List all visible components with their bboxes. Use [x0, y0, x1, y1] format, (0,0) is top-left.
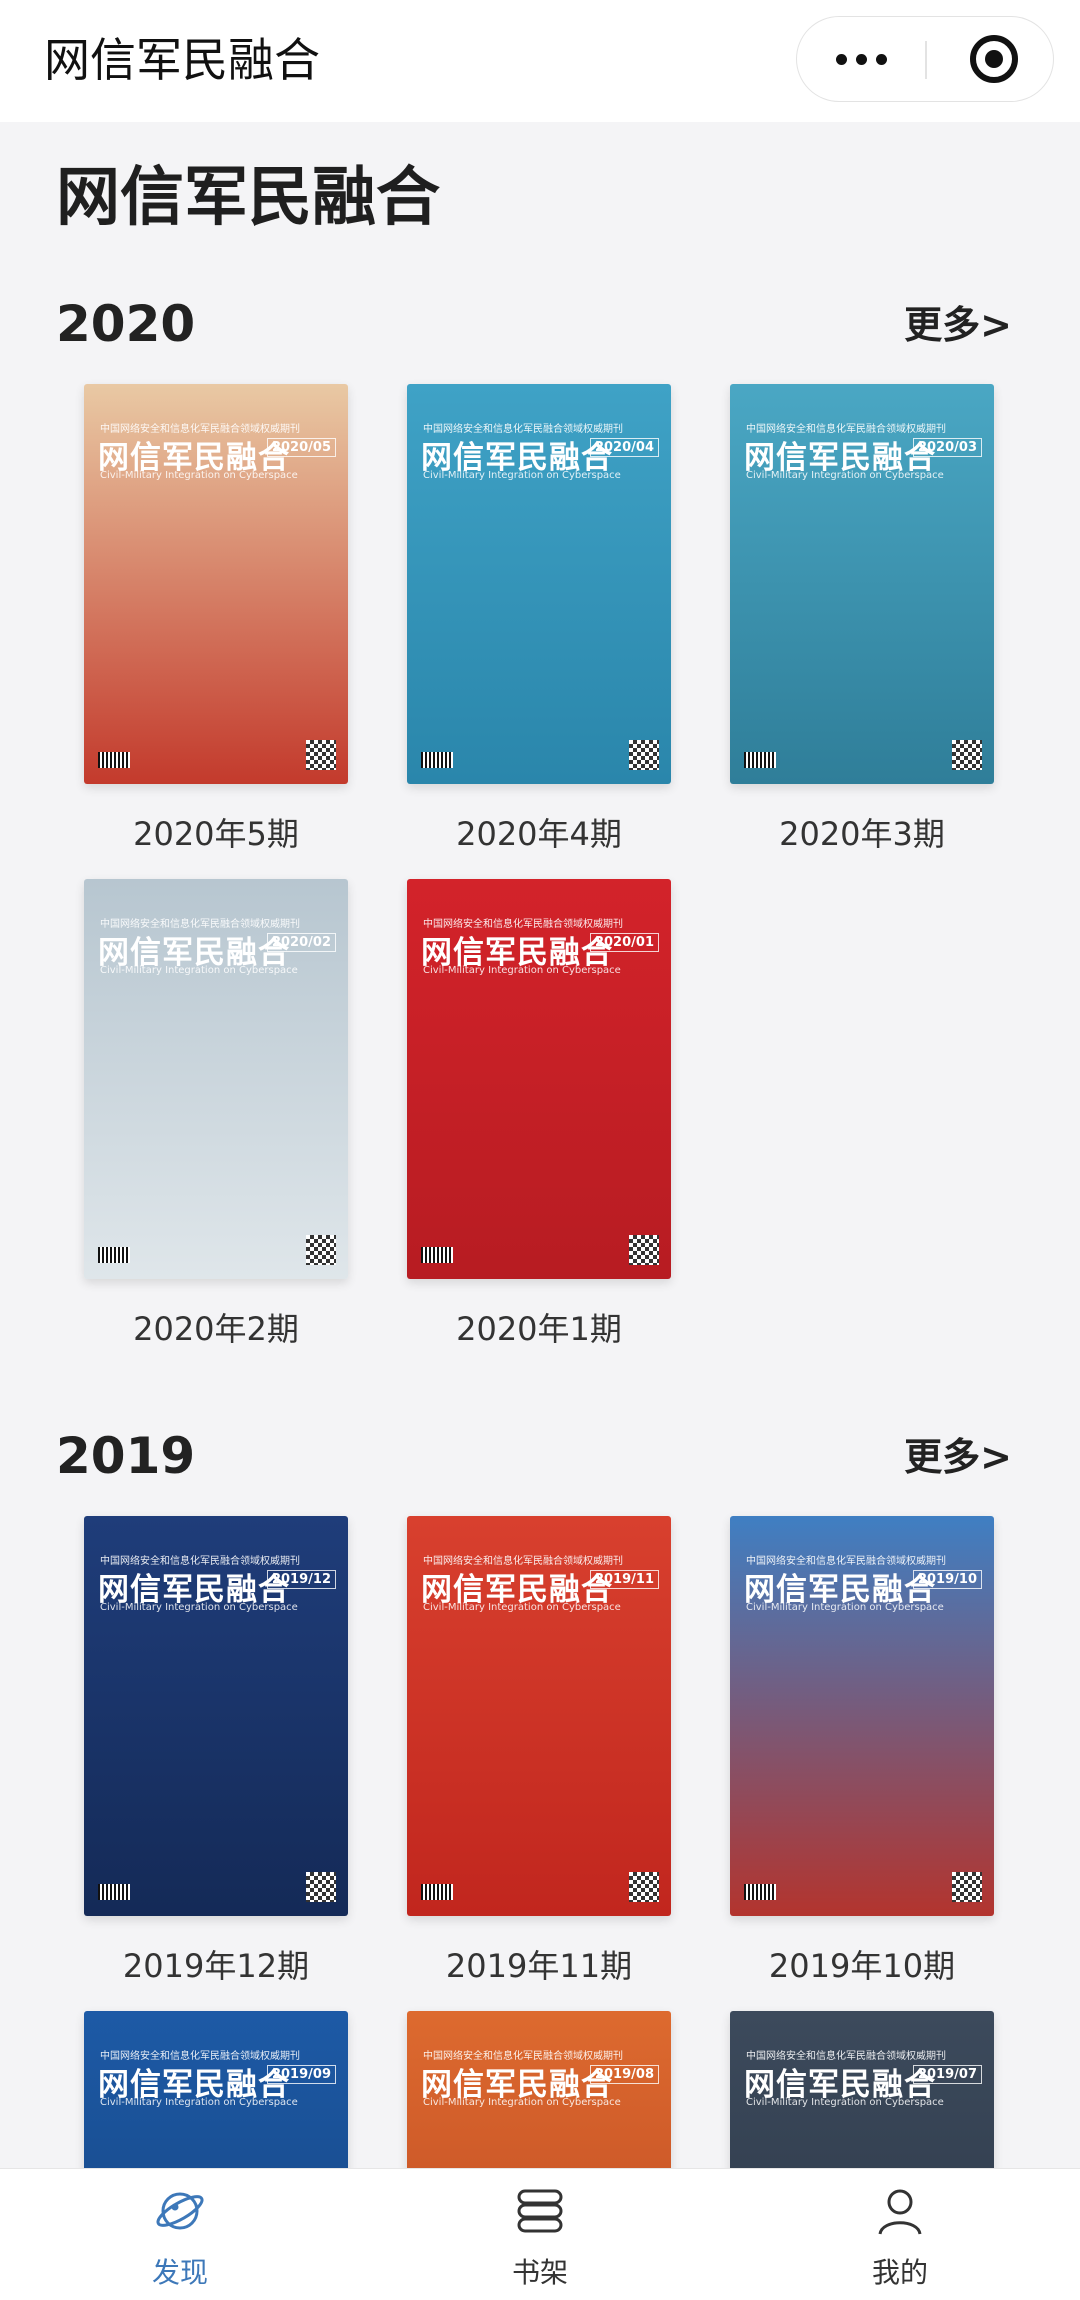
issue-label: 2019年11期	[445, 1947, 633, 1985]
qr-code-icon	[306, 1872, 336, 1902]
cover-english-title: Civil-Military Integration on Cyberspace	[100, 470, 298, 481]
tab-discover[interactable]: 发现	[0, 2169, 360, 2300]
barcode-icon	[98, 1247, 130, 1263]
barcode-icon	[421, 1884, 453, 1900]
qr-code-icon	[952, 740, 982, 770]
more-link[interactable]: 更多>	[904, 1430, 1012, 1484]
qr-code-icon	[952, 1872, 982, 1902]
barcode-icon	[421, 752, 453, 768]
close-miniprogram-icon[interactable]	[970, 35, 1018, 83]
issue-label: 2020年2期	[133, 1310, 299, 1348]
cover-english-title: Civil-Military Integration on Cyberspace	[423, 1602, 621, 1613]
issue-label: 2020年1期	[456, 1310, 622, 1348]
dot-icon	[875, 53, 887, 65]
page-title: 网信军民融合	[56, 161, 440, 235]
top-navbar: 网信军民融合	[0, 0, 1080, 122]
tab-bookshelf[interactable]: 书架	[360, 2169, 720, 2300]
barcode-icon	[744, 1884, 776, 1900]
cover-english-title: Civil-Military Integration on Cyberspace	[423, 470, 621, 481]
section-year-heading: 2020	[56, 295, 196, 353]
cover-english-title: Civil-Military Integration on Cyberspace	[746, 2097, 944, 2108]
cover-issue-number: 2019/11	[589, 1570, 659, 1589]
navbar-title: 网信军民融合	[44, 33, 320, 87]
magazine-cover[interactable]: 中国网络安全和信息化军民融合领域权威期刊 网信军民融合 Civil-Military…	[84, 879, 348, 1279]
main-content[interactable]: 网信军民融合 2020 更多> 中国网络安全和信息化军民融合领域权威期刊 网信军民融合…	[0, 122, 1080, 2168]
issue-label: 2019年12期	[122, 1947, 310, 1985]
more-link[interactable]: 更多>	[904, 298, 1012, 352]
tab-mine[interactable]: 我的	[720, 2169, 1080, 2300]
magazine-cover[interactable]: 中国网络安全和信息化军民融合领域权威期刊 网信军民融合 Civil-Military…	[84, 384, 348, 784]
cover-english-title: Civil-Military Integration on Cyberspace	[100, 1602, 298, 1613]
bottom-tabbar: 发现 书架 我的	[0, 2168, 1080, 2300]
cover-english-title: Civil-Military Integration on Cyberspace	[100, 2097, 298, 2108]
more-menu-button[interactable]	[797, 17, 925, 101]
magazine-cover[interactable]: 中国网络安全和信息化军民融合领域权威期刊 网信军民融合 Civil-Military…	[407, 2011, 671, 2168]
cover-english-title: Civil-Military Integration on Cyberspace	[423, 2097, 621, 2108]
user-icon	[878, 2189, 922, 2235]
barcode-icon	[98, 752, 130, 768]
magazine-cover[interactable]: 中国网络安全和信息化军民融合领域权威期刊 网信军民融合 Civil-Military…	[730, 384, 994, 784]
issue-label: 2020年4期	[456, 815, 622, 853]
cover-issue-number: 2019/07	[912, 2065, 982, 2084]
issue-label: 2020年5期	[133, 815, 299, 853]
tab-label: 发现	[151, 2256, 208, 2289]
cover-issue-number: 2020/04	[589, 438, 659, 457]
cover-issue-number: 2019/08	[589, 2065, 659, 2084]
tab-label: 书架	[511, 2256, 568, 2289]
dot-icon	[855, 53, 867, 65]
magazine-cover[interactable]: 中国网络安全和信息化军民融合领域权威期刊 网信军民融合 Civil-Military…	[730, 1516, 994, 1916]
cover-issue-number: 2020/02	[266, 933, 336, 952]
cover-english-title: Civil-Military Integration on Cyberspace	[746, 1602, 944, 1613]
magazine-cover[interactable]: 中国网络安全和信息化军民融合领域权威期刊 网信军民融合 Civil-Military…	[730, 2011, 994, 2168]
cover-issue-number: 2020/03	[912, 438, 982, 457]
capsule-divider	[925, 41, 927, 79]
magazine-cover[interactable]: 中国网络安全和信息化军民融合领域权威期刊 网信军民融合 Civil-Military…	[84, 1516, 348, 1916]
qr-code-icon	[306, 1235, 336, 1265]
miniprogram-capsule	[796, 16, 1054, 102]
year-section: 2020 更多> 中国网络安全和信息化军民融合领域权威期刊 网信军民融合 Civil-M…	[0, 292, 1080, 1348]
qr-code-icon	[629, 1872, 659, 1902]
qr-code-icon	[629, 1235, 659, 1265]
magazine-cover[interactable]: 中国网络安全和信息化军民融合领域权威期刊 网信军民融合 Civil-Military…	[84, 2011, 348, 2168]
cover-issue-number: 2019/12	[266, 1570, 336, 1589]
magazine-cover[interactable]: 中国网络安全和信息化军民融合领域权威期刊 网信军民融合 Civil-Military…	[407, 384, 671, 784]
tab-label: 我的	[871, 2256, 928, 2289]
magazine-cover[interactable]: 中国网络安全和信息化军民融合领域权威期刊 网信军民融合 Civil-Military…	[407, 1516, 671, 1916]
planet-icon	[156, 2192, 204, 2230]
barcode-icon	[744, 752, 776, 768]
year-section: 2019 更多> 中国网络安全和信息化军民融合领域权威期刊 网信军民融合 Civil-M…	[0, 1424, 1080, 2168]
cover-issue-number: 2020/01	[589, 933, 659, 952]
section-year-heading: 2019	[56, 1427, 196, 1485]
qr-code-icon	[306, 740, 336, 770]
cover-english-title: Civil-Military Integration on Cyberspace	[100, 965, 298, 976]
barcode-icon	[421, 1247, 453, 1263]
cover-english-title: Civil-Military Integration on Cyberspace	[423, 965, 621, 976]
cover-issue-number: 2019/09	[266, 2065, 336, 2084]
dot-icon	[835, 53, 847, 65]
magazine-cover[interactable]: 中国网络安全和信息化军民融合领域权威期刊 网信军民融合 Civil-Military…	[407, 879, 671, 1279]
cover-english-title: Civil-Military Integration on Cyberspace	[746, 470, 944, 481]
bookshelf-icon	[517, 2189, 563, 2233]
cover-issue-number: 2019/10	[912, 1570, 982, 1589]
barcode-icon	[98, 1884, 130, 1900]
qr-code-icon	[629, 740, 659, 770]
cover-issue-number: 2020/05	[266, 438, 336, 457]
issue-label: 2019年10期	[768, 1947, 956, 1985]
issue-label: 2020年3期	[779, 815, 945, 853]
